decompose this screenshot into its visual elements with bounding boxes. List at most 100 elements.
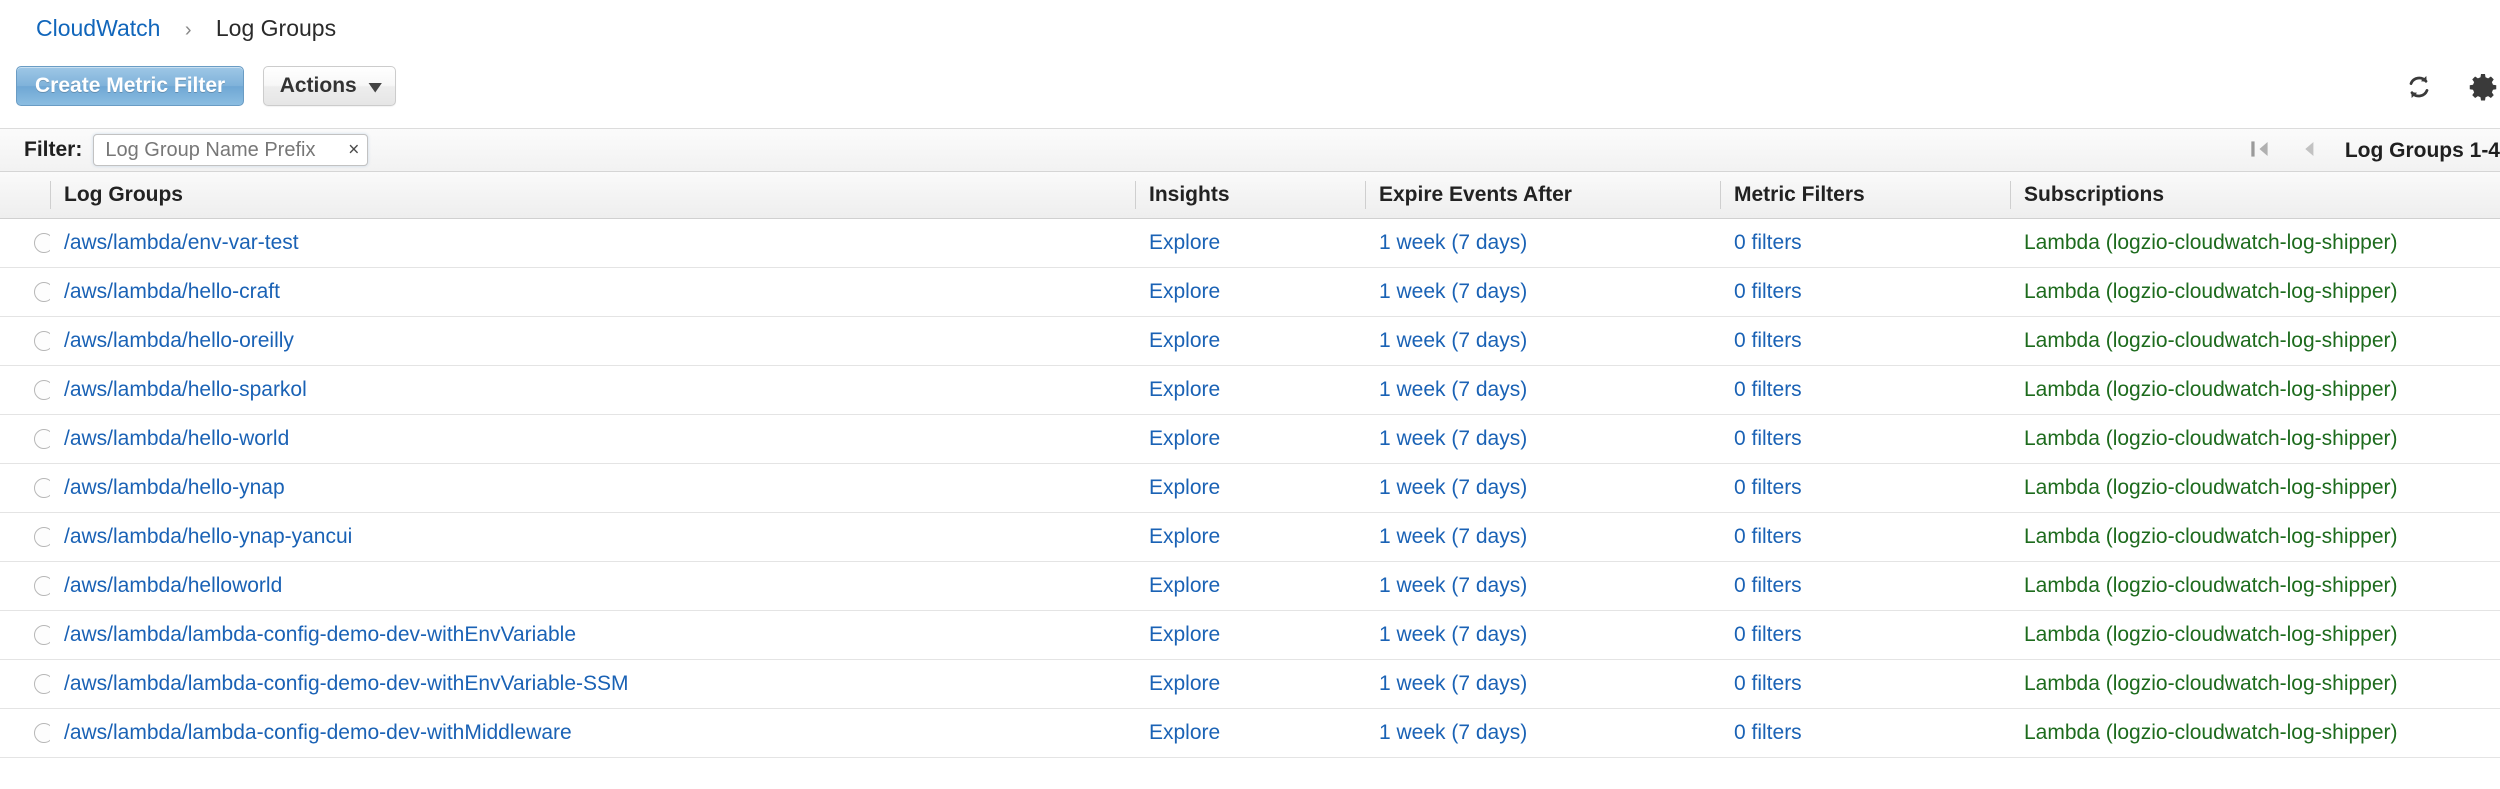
insights-explore-link[interactable]: Explore (1149, 672, 1220, 695)
row-radio-button[interactable] (34, 674, 50, 694)
log-group-link[interactable]: /aws/lambda/hello-oreilly (64, 329, 294, 352)
expire-events-link[interactable]: 1 week (7 days) (1379, 525, 1527, 548)
log-group-link[interactable]: /aws/lambda/helloworld (64, 574, 282, 597)
metric-filters-link[interactable]: 0 filters (1734, 721, 1802, 744)
cell-metric-filters: 0 filters (1720, 366, 2010, 415)
previous-page-icon[interactable] (2295, 136, 2321, 167)
row-radio-button[interactable] (34, 331, 50, 351)
row-select-cell (0, 317, 50, 366)
row-select-cell (0, 709, 50, 758)
log-group-link[interactable]: /aws/lambda/lambda-config-demo-dev-withM… (64, 721, 572, 744)
row-radio-button[interactable] (34, 429, 50, 449)
clear-filter-icon[interactable]: × (348, 141, 359, 160)
gear-icon[interactable] (2466, 70, 2500, 104)
metric-filters-link[interactable]: 0 filters (1734, 672, 1802, 695)
table-row[interactable]: /aws/lambda/env-var-test Explore 1 week (7… (0, 219, 2500, 268)
metric-filters-link[interactable]: 0 filters (1734, 280, 1802, 303)
column-header-log-groups[interactable]: Log Groups (50, 172, 1135, 219)
row-select-cell (0, 219, 50, 268)
insights-explore-link[interactable]: Explore (1149, 378, 1220, 401)
cell-log-group-name: /aws/lambda/lambda-config-demo-dev-withE… (50, 611, 1135, 660)
insights-explore-link[interactable]: Explore (1149, 721, 1220, 744)
toolbar: Create Metric Filter Actions▾ (0, 66, 2500, 128)
log-group-link[interactable]: /aws/lambda/hello-ynap (64, 476, 285, 499)
log-group-link[interactable]: /aws/lambda/env-var-test (64, 231, 299, 254)
insights-explore-link[interactable]: Explore (1149, 427, 1220, 450)
table-row[interactable]: /aws/lambda/lambda-config-demo-dev-withE… (0, 660, 2500, 709)
insights-explore-link[interactable]: Explore (1149, 231, 1220, 254)
row-radio-button[interactable] (34, 478, 50, 498)
metric-filters-link[interactable]: 0 filters (1734, 231, 1802, 254)
first-page-icon[interactable] (2247, 136, 2273, 167)
row-radio-button[interactable] (34, 282, 50, 302)
expire-events-link[interactable]: 1 week (7 days) (1379, 623, 1527, 646)
expire-events-link[interactable]: 1 week (7 days) (1379, 574, 1527, 597)
row-radio-button[interactable] (34, 527, 50, 547)
refresh-icon[interactable] (2402, 70, 2436, 104)
row-radio-button[interactable] (34, 576, 50, 596)
insights-explore-link[interactable]: Explore (1149, 574, 1220, 597)
create-metric-filter-button[interactable]: Create Metric Filter (16, 66, 244, 106)
breadcrumb-link-cloudwatch[interactable]: CloudWatch (36, 15, 160, 41)
expire-events-link[interactable]: 1 week (7 days) (1379, 721, 1527, 744)
cell-subscriptions: Lambda (logzio-cloudwatch-log-shipper) (2010, 562, 2500, 611)
table-row[interactable]: /aws/lambda/hello-ynap-yancui Explore 1 we… (0, 513, 2500, 562)
table-row[interactable]: /aws/lambda/lambda-config-demo-dev-withE… (0, 611, 2500, 660)
insights-explore-link[interactable]: Explore (1149, 329, 1220, 352)
actions-label: Actions (280, 74, 357, 97)
metric-filters-link[interactable]: 0 filters (1734, 525, 1802, 548)
log-group-name-prefix-input[interactable] (93, 134, 368, 166)
row-radio-button[interactable] (34, 723, 50, 743)
table-row[interactable]: /aws/lambda/hello-ynap Explore 1 week (7 d… (0, 464, 2500, 513)
row-radio-button[interactable] (34, 233, 50, 253)
table-row[interactable]: /aws/lambda/hello-oreilly Explore 1 week (… (0, 317, 2500, 366)
cell-log-group-name: /aws/lambda/hello-craft (50, 268, 1135, 317)
cell-log-group-name: /aws/lambda/lambda-config-demo-dev-withE… (50, 660, 1135, 709)
column-header-subscriptions[interactable]: Subscriptions (2010, 172, 2500, 219)
actions-dropdown-button[interactable]: Actions▾ (263, 66, 397, 106)
column-header-expire-events-after[interactable]: Expire Events After (1365, 172, 1720, 219)
metric-filters-link[interactable]: 0 filters (1734, 329, 1802, 352)
insights-explore-link[interactable]: Explore (1149, 476, 1220, 499)
column-header-insights[interactable]: Insights (1135, 172, 1365, 219)
insights-explore-link[interactable]: Explore (1149, 623, 1220, 646)
cell-insights: Explore (1135, 366, 1365, 415)
expire-events-link[interactable]: 1 week (7 days) (1379, 280, 1527, 303)
cell-subscriptions: Lambda (logzio-cloudwatch-log-shipper) (2010, 415, 2500, 464)
log-group-link[interactable]: /aws/lambda/lambda-config-demo-dev-withE… (64, 623, 576, 646)
log-group-link[interactable]: /aws/lambda/hello-world (64, 427, 289, 450)
log-group-link[interactable]: /aws/lambda/hello-sparkol (64, 378, 307, 401)
expire-events-link[interactable]: 1 week (7 days) (1379, 427, 1527, 450)
column-header-metric-filters[interactable]: Metric Filters (1720, 172, 2010, 219)
log-group-link[interactable]: /aws/lambda/lambda-config-demo-dev-withE… (64, 672, 629, 695)
subscription-label: Lambda (logzio-cloudwatch-log-shipper) (2024, 378, 2398, 401)
cell-metric-filters: 0 filters (1720, 415, 2010, 464)
table-row[interactable]: /aws/lambda/helloworld Explore 1 week (7 d… (0, 562, 2500, 611)
log-group-link[interactable]: /aws/lambda/hello-craft (64, 280, 280, 303)
expire-events-link[interactable]: 1 week (7 days) (1379, 231, 1527, 254)
pagination-range-label: Log Groups 1-4 (2343, 139, 2500, 163)
expire-events-link[interactable]: 1 week (7 days) (1379, 476, 1527, 499)
expire-events-link[interactable]: 1 week (7 days) (1379, 672, 1527, 695)
cell-subscriptions: Lambda (logzio-cloudwatch-log-shipper) (2010, 366, 2500, 415)
table-row[interactable]: /aws/lambda/hello-sparkol Explore 1 week (… (0, 366, 2500, 415)
expire-events-link[interactable]: 1 week (7 days) (1379, 378, 1527, 401)
table-row[interactable]: /aws/lambda/hello-craft Explore 1 week (7 … (0, 268, 2500, 317)
expire-events-link[interactable]: 1 week (7 days) (1379, 329, 1527, 352)
metric-filters-link[interactable]: 0 filters (1734, 574, 1802, 597)
metric-filters-link[interactable]: 0 filters (1734, 427, 1802, 450)
row-radio-button[interactable] (34, 625, 50, 645)
metric-filters-link[interactable]: 0 filters (1734, 623, 1802, 646)
row-radio-button[interactable] (34, 380, 50, 400)
metric-filters-link[interactable]: 0 filters (1734, 378, 1802, 401)
cell-insights: Explore (1135, 317, 1365, 366)
cell-subscriptions: Lambda (logzio-cloudwatch-log-shipper) (2010, 709, 2500, 758)
cell-insights: Explore (1135, 562, 1365, 611)
table-row[interactable]: /aws/lambda/lambda-config-demo-dev-withM… (0, 709, 2500, 758)
insights-explore-link[interactable]: Explore (1149, 280, 1220, 303)
subscription-label: Lambda (logzio-cloudwatch-log-shipper) (2024, 476, 2398, 499)
log-group-link[interactable]: /aws/lambda/hello-ynap-yancui (64, 525, 352, 548)
insights-explore-link[interactable]: Explore (1149, 525, 1220, 548)
table-row[interactable]: /aws/lambda/hello-world Explore 1 week (7 … (0, 415, 2500, 464)
metric-filters-link[interactable]: 0 filters (1734, 476, 1802, 499)
